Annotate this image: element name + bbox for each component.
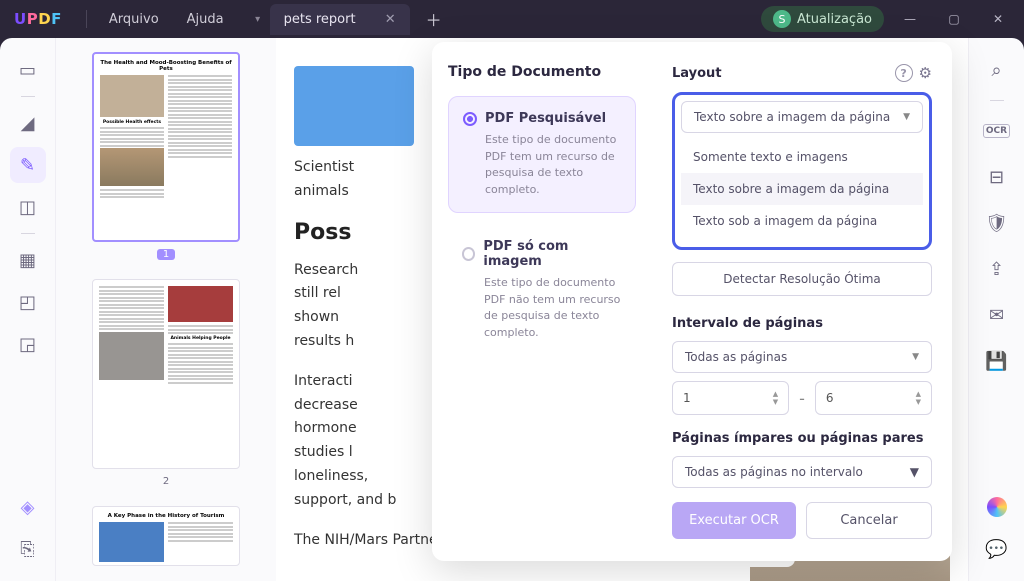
ai-icon[interactable] <box>979 489 1015 525</box>
ocr-panel: Tipo de Documento PDF Pesquisável Este t… <box>432 42 952 561</box>
page-from-input[interactable]: 1 ▲▼ <box>672 381 789 415</box>
option-description: Este tipo de documento PDF tem um recurs… <box>485 132 621 198</box>
separator <box>21 96 35 97</box>
help-icon[interactable]: ? <box>895 64 913 82</box>
divider <box>86 10 87 28</box>
layout-dropdown[interactable]: Texto sobre a imagem da página ▼ <box>681 101 923 133</box>
comment-icon[interactable]: 💬 <box>979 531 1015 567</box>
object-tool-icon[interactable]: ◲ <box>10 326 46 362</box>
thumb-image <box>168 286 233 322</box>
protect-icon[interactable]: 🛡 <box>979 205 1015 241</box>
option-description: Este tipo de documento PDF não tem um re… <box>484 275 622 341</box>
radio-on-icon <box>463 112 477 126</box>
thumbnail-panel: The Health and Mood-Boosting Benefits of… <box>56 38 276 581</box>
crop-tool-icon[interactable]: ◰ <box>10 284 46 320</box>
page-thumbnail-3[interactable]: A Key Phase in the History of Tourism <box>92 506 240 566</box>
tab-list-icon[interactable]: ▾ <box>246 5 270 33</box>
cancel-button[interactable]: Cancelar <box>806 502 932 539</box>
right-tool-rail: ⌕ OCR ⊟ 🛡 ⇪ ✉ 💾 💬 <box>968 38 1024 581</box>
dropdown-list: Somente texto e imagens Texto sobre a im… <box>681 137 923 241</box>
layout-option-text-only[interactable]: Somente texto e imagens <box>681 141 923 173</box>
layout-option-text-under[interactable]: Texto sob a imagem da página <box>681 205 923 237</box>
radio-off-icon <box>462 247 475 261</box>
upgrade-label: Atualização <box>797 12 872 27</box>
doc-type-image-only[interactable]: PDF só com imagem Este tipo de documento… <box>448 225 636 355</box>
highlight-tool-icon[interactable]: ◢ <box>10 105 46 141</box>
document-type-title: Tipo de Documento <box>448 64 636 80</box>
app-logo: UPDF <box>14 10 62 28</box>
layers-icon[interactable]: ◈ <box>10 489 46 525</box>
menu-file[interactable]: Arquivo <box>95 8 173 31</box>
odd-even-dropdown[interactable]: Todas as páginas no intervalo ▼ <box>672 456 932 488</box>
thumb-image <box>99 332 164 380</box>
tab-label: pets report <box>284 12 356 27</box>
chevron-down-icon: ▼ <box>912 352 919 362</box>
reader-tool-icon[interactable]: ▭ <box>10 52 46 88</box>
layout-dropdown-open: Texto sobre a imagem da página ▼ Somente… <box>672 92 932 250</box>
document-image <box>294 66 414 146</box>
search-icon[interactable]: ⌕ <box>979 52 1015 88</box>
spinner-icon[interactable]: ▲▼ <box>916 390 921 406</box>
chevron-down-icon: ▼ <box>903 112 910 122</box>
thumb-image <box>100 75 164 117</box>
user-badge: S <box>773 10 791 28</box>
page-to-input[interactable]: 6 ▲▼ <box>815 381 932 415</box>
bookmark-icon[interactable]: ⎘ <box>10 531 46 567</box>
page-thumbnail-2[interactable]: Animals Helping People <box>92 279 240 469</box>
separator <box>21 233 35 234</box>
minimize-icon[interactable]: — <box>892 5 928 33</box>
separator <box>990 100 1004 101</box>
option-label: PDF Pesquisável <box>485 111 606 126</box>
maximize-icon[interactable]: ▢ <box>936 5 972 33</box>
range-dash: - <box>799 389 805 408</box>
document-tab[interactable]: pets report ✕ <box>270 4 410 35</box>
spinner-icon[interactable]: ▲▼ <box>773 390 778 406</box>
compress-icon[interactable]: ⊟ <box>979 159 1015 195</box>
organize-tool-icon[interactable]: ▦ <box>10 242 46 278</box>
gear-icon[interactable]: ⚙ <box>919 64 932 82</box>
page-range-label: Intervalo de páginas <box>672 316 932 331</box>
odd-even-label: Páginas ímpares ou páginas pares <box>672 431 932 446</box>
page-number-badge: 1 <box>157 249 175 260</box>
page-number: 2 <box>157 476 175 487</box>
left-tool-rail: ▭ ◢ ✎ ◫ ▦ ◰ ◲ ◈ ⎘ <box>0 38 56 581</box>
edit-tool-icon[interactable]: ✎ <box>10 147 46 183</box>
option-label: PDF só com imagem <box>483 239 622 269</box>
upgrade-button[interactable]: S Atualização <box>761 6 884 32</box>
menu-help[interactable]: Ajuda <box>173 8 238 31</box>
layout-option-text-over[interactable]: Texto sobre a imagem da página <box>681 173 923 205</box>
add-tab-icon[interactable]: ＋ <box>426 7 442 31</box>
thumb-image <box>100 148 164 186</box>
page-range-dropdown[interactable]: Todas as páginas ▼ <box>672 341 932 373</box>
close-window-icon[interactable]: ✕ <box>980 5 1016 33</box>
page-thumbnail-1[interactable]: The Health and Mood-Boosting Benefits of… <box>92 52 240 242</box>
titlebar: UPDF Arquivo Ajuda ▾ pets report ✕ ＋ S A… <box>0 0 1024 38</box>
ocr-tool-icon[interactable]: OCR <box>979 113 1015 149</box>
email-icon[interactable]: ✉ <box>979 297 1015 333</box>
close-tab-icon[interactable]: ✕ <box>385 12 396 27</box>
chevron-down-icon: ▼ <box>910 465 919 479</box>
layout-label: Layout ? ⚙ <box>672 64 932 82</box>
thumb-image <box>99 522 164 562</box>
page-tool-icon[interactable]: ◫ <box>10 189 46 225</box>
share-icon[interactable]: ⇪ <box>979 251 1015 287</box>
execute-ocr-button[interactable]: Executar OCR <box>672 502 796 539</box>
doc-type-searchable[interactable]: PDF Pesquisável Este tipo de documento P… <box>448 96 636 213</box>
detect-resolution-button[interactable]: Detectar Resolução Ótima <box>672 262 932 296</box>
save-icon[interactable]: 💾 <box>979 343 1015 379</box>
